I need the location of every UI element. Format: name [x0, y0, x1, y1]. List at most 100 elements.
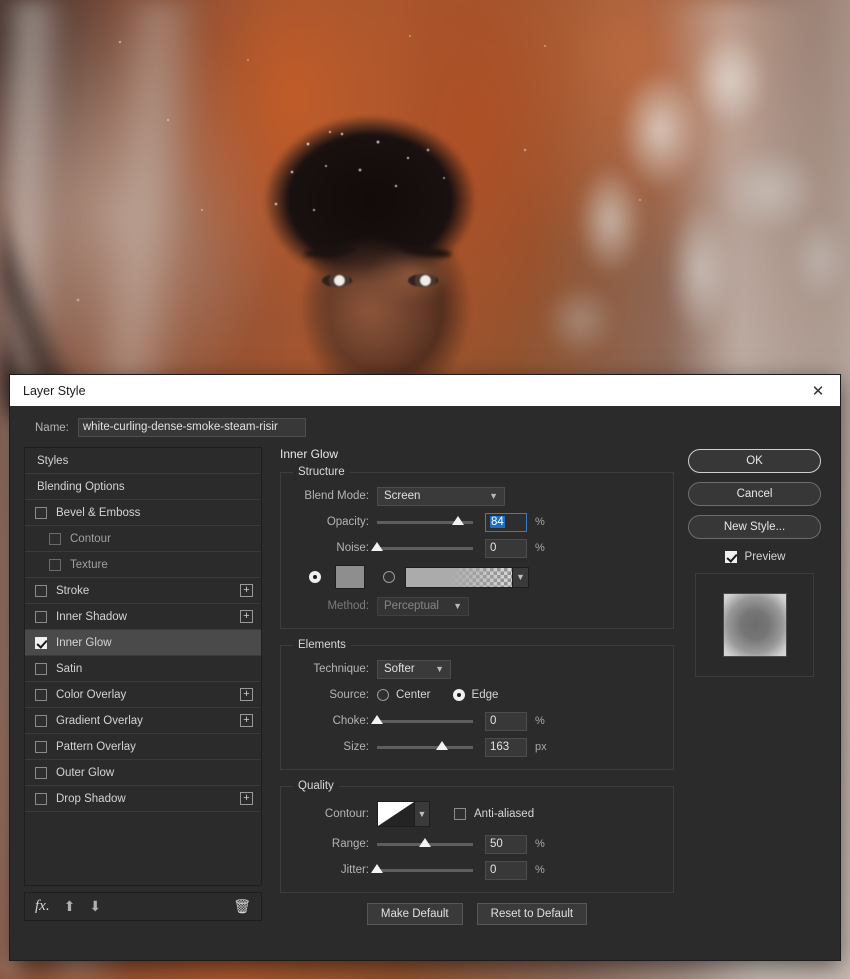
- style-checkbox[interactable]: [35, 506, 47, 519]
- style-row-label: Contour: [70, 532, 111, 545]
- quality-group: Quality Contour: ▼ Anti-aliased Range: 5…: [280, 780, 674, 893]
- jitter-row: Jitter: 0 %: [291, 858, 663, 882]
- opacity-input[interactable]: 84: [485, 512, 527, 532]
- opacity-slider-thumb[interactable]: [451, 515, 464, 525]
- add-effect-plus-icon[interactable]: +: [240, 714, 253, 727]
- style-checkbox[interactable]: [49, 532, 61, 545]
- style-checkbox[interactable]: [35, 610, 47, 623]
- cancel-button[interactable]: Cancel: [688, 482, 821, 506]
- style-row-pattern-overlay[interactable]: Pattern Overlay: [25, 734, 261, 760]
- add-effect-plus-icon[interactable]: +: [240, 610, 253, 623]
- jitter-label: Jitter:: [340, 864, 369, 876]
- add-effect-plus-icon[interactable]: +: [240, 584, 253, 597]
- layer-name-label: Name:: [35, 421, 69, 434]
- size-label: Size:: [343, 741, 369, 753]
- jitter-slider-thumb[interactable]: [371, 863, 383, 873]
- style-row-color-overlay[interactable]: Color Overlay +: [25, 682, 261, 708]
- trash-icon[interactable]: 🗑: [233, 898, 251, 915]
- style-row-styles[interactable]: Styles: [25, 448, 261, 474]
- style-checkbox[interactable]: [35, 584, 47, 597]
- layer-name-input[interactable]: white-curling-dense-smoke-steam-risir: [77, 418, 306, 437]
- opacity-unit: %: [535, 516, 545, 528]
- jitter-input[interactable]: 0: [485, 860, 527, 880]
- style-row-texture[interactable]: Texture: [25, 552, 261, 578]
- size-value: 163: [490, 741, 510, 753]
- size-slider-track[interactable]: [377, 740, 473, 750]
- preview-checkbox[interactable]: [724, 551, 737, 563]
- source-center-radio[interactable]: [377, 689, 389, 701]
- choke-value: 0: [490, 715, 497, 727]
- contour-chevron-down-icon[interactable]: ▼: [415, 801, 430, 827]
- style-row-blending-options[interactable]: Blending Options: [25, 474, 261, 500]
- reset-to-default-button[interactable]: Reset to Default: [476, 903, 588, 925]
- jitter-unit: %: [535, 864, 545, 876]
- noise-slider-track[interactable]: [371, 541, 473, 551]
- style-checkbox[interactable]: [35, 688, 47, 701]
- contour-swatch[interactable]: [377, 801, 415, 827]
- glow-color-swatch[interactable]: [335, 565, 365, 589]
- style-checkbox[interactable]: [35, 792, 47, 805]
- style-checkbox[interactable]: [35, 662, 47, 675]
- range-row: Range: 50 %: [291, 832, 663, 856]
- blend-mode-label: Blend Mode:: [304, 490, 369, 502]
- add-effect-plus-icon[interactable]: +: [240, 688, 253, 701]
- choke-input[interactable]: 0: [485, 711, 527, 731]
- fx-icon[interactable]: fx.: [35, 898, 50, 915]
- close-icon[interactable]: ✕: [796, 375, 840, 406]
- style-row-inner-glow[interactable]: Inner Glow: [25, 630, 261, 656]
- add-effect-plus-icon[interactable]: +: [240, 792, 253, 805]
- noise-input[interactable]: 0: [485, 538, 527, 558]
- size-input[interactable]: 163: [485, 737, 527, 757]
- style-checkbox[interactable]: [35, 714, 47, 727]
- noise-slider-thumb[interactable]: [371, 541, 383, 551]
- choke-slider-thumb[interactable]: [371, 714, 383, 724]
- style-checkbox[interactable]: [35, 766, 47, 779]
- panel-title: Inner Glow: [280, 447, 339, 461]
- blend-mode-select[interactable]: Screen ▼: [377, 486, 505, 506]
- method-select[interactable]: Perceptual ▼: [377, 596, 469, 616]
- arrow-up-icon[interactable]: ⬆: [64, 898, 76, 915]
- opacity-slider-track[interactable]: [377, 515, 473, 525]
- technique-select[interactable]: Softer ▼: [377, 659, 451, 679]
- preview-swatch: [722, 593, 787, 657]
- new-style-button[interactable]: New Style...: [688, 515, 821, 539]
- style-row-inner-shadow[interactable]: Inner Shadow +: [25, 604, 261, 630]
- style-row-drop-shadow[interactable]: Drop Shadow +: [25, 786, 261, 812]
- style-checkbox[interactable]: [35, 636, 47, 649]
- fx-toolbar: fx. ⬆ ⬇ 🗑: [24, 892, 262, 921]
- method-chevron-down-icon: ▼: [453, 601, 462, 611]
- style-row-bevel-emboss[interactable]: Bevel & Emboss: [25, 500, 261, 526]
- style-row-stroke[interactable]: Stroke +: [25, 578, 261, 604]
- style-row-label: Inner Glow: [56, 636, 112, 649]
- fill-color-radio[interactable]: [309, 571, 321, 583]
- choke-slider-track[interactable]: [371, 714, 473, 724]
- style-row-satin[interactable]: Satin: [25, 656, 261, 682]
- source-edge-radio[interactable]: [452, 689, 465, 701]
- arrow-down-icon[interactable]: ⬇: [89, 898, 101, 915]
- style-row-label: Blending Options: [37, 480, 125, 493]
- contour-label: Contour:: [324, 808, 369, 820]
- elements-group: Elements Technique: Softer ▼ Source: Cen…: [280, 639, 674, 770]
- jitter-slider-track[interactable]: [371, 863, 473, 873]
- fill-gradient-radio[interactable]: [383, 571, 395, 583]
- size-slider-thumb[interactable]: [436, 740, 449, 750]
- style-row-gradient-overlay[interactable]: Gradient Overlay +: [25, 708, 261, 734]
- style-checkbox[interactable]: [35, 740, 47, 753]
- anti-aliased-checkbox[interactable]: [454, 808, 466, 820]
- style-row-outer-glow[interactable]: Outer Glow: [25, 760, 261, 786]
- gradient-chevron-down-icon[interactable]: ▼: [513, 566, 529, 588]
- choke-unit: %: [535, 715, 545, 727]
- style-row-contour[interactable]: Contour: [25, 526, 261, 552]
- styles-list[interactable]: Styles Blending Options Bevel & Emboss Cont…: [24, 447, 262, 886]
- layer-name-row: Name: white-curling-dense-smoke-steam-ri…: [10, 406, 840, 447]
- style-checkbox[interactable]: [49, 558, 61, 571]
- make-default-button[interactable]: Make Default: [366, 903, 463, 925]
- noise-unit: %: [535, 542, 545, 554]
- range-slider-thumb[interactable]: [419, 837, 431, 847]
- glow-gradient-swatch[interactable]: [405, 566, 513, 588]
- range-slider-track[interactable]: [377, 837, 473, 847]
- ok-button[interactable]: OK: [688, 449, 821, 473]
- range-input[interactable]: 50: [485, 834, 527, 854]
- technique-label: Technique:: [313, 663, 369, 675]
- style-row-label: Satin: [56, 662, 83, 675]
